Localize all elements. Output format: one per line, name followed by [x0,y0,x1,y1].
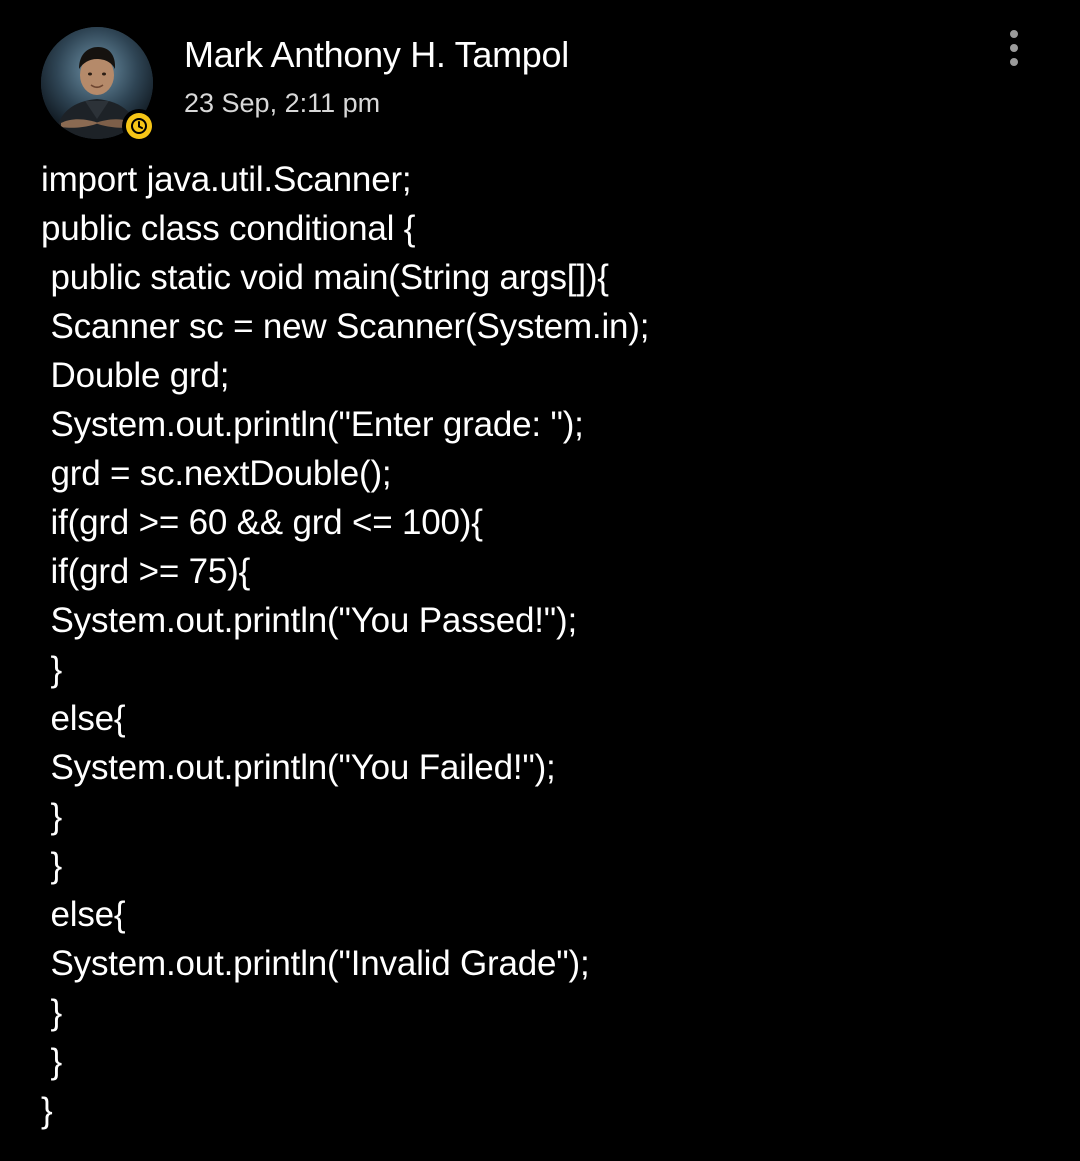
post-text-line: if(grd >= 60 && grd <= 100){ [41,503,483,542]
post-text-line: System.out.println("You Failed!"); [41,748,556,787]
post-text-line: System.out.println("Enter grade: "); [41,405,584,444]
post-text-line: import java.util.Scanner; [41,160,412,199]
author-name[interactable]: Mark Anthony H. Tampol [184,34,569,76]
more-vertical-icon-dot [1010,58,1018,66]
post-body: import java.util.Scanner; public class c… [41,155,1041,1135]
post-text-line: public class conditional { [41,209,416,248]
post-text-line: } [41,1042,63,1081]
post-text-line: if(grd >= 75){ [41,552,251,591]
post-text-line: else{ [41,699,126,738]
post-timestamp: 23 Sep, 2:11 pm [184,88,381,118]
status-badge [122,109,156,143]
more-options-button[interactable] [996,26,1032,70]
post-header: Mark Anthony H. Tampol 23 Sep, 2:11 pm [0,0,1080,150]
post-text-line: Double grd; [41,356,230,395]
post-text-line: System.out.println("You Passed!"); [41,601,578,640]
post-text-line: } [41,993,63,1032]
post-text-line: } [41,797,63,836]
post-text-line: } [41,846,63,885]
post-text-line: } [41,650,63,689]
clock-icon [126,113,152,139]
post-text-line: grd = sc.nextDouble(); [41,454,392,493]
post-text-line: } [41,1091,53,1130]
more-vertical-icon [1010,30,1018,38]
more-vertical-icon-dot [1010,44,1018,52]
post-text-line: public static void main(String args[]){ [41,258,609,297]
post-text-line: Scanner sc = new Scanner(System.in); [41,307,650,346]
post-text-line: else{ [41,895,126,934]
post-text-line: System.out.println("Invalid Grade"); [41,944,590,983]
